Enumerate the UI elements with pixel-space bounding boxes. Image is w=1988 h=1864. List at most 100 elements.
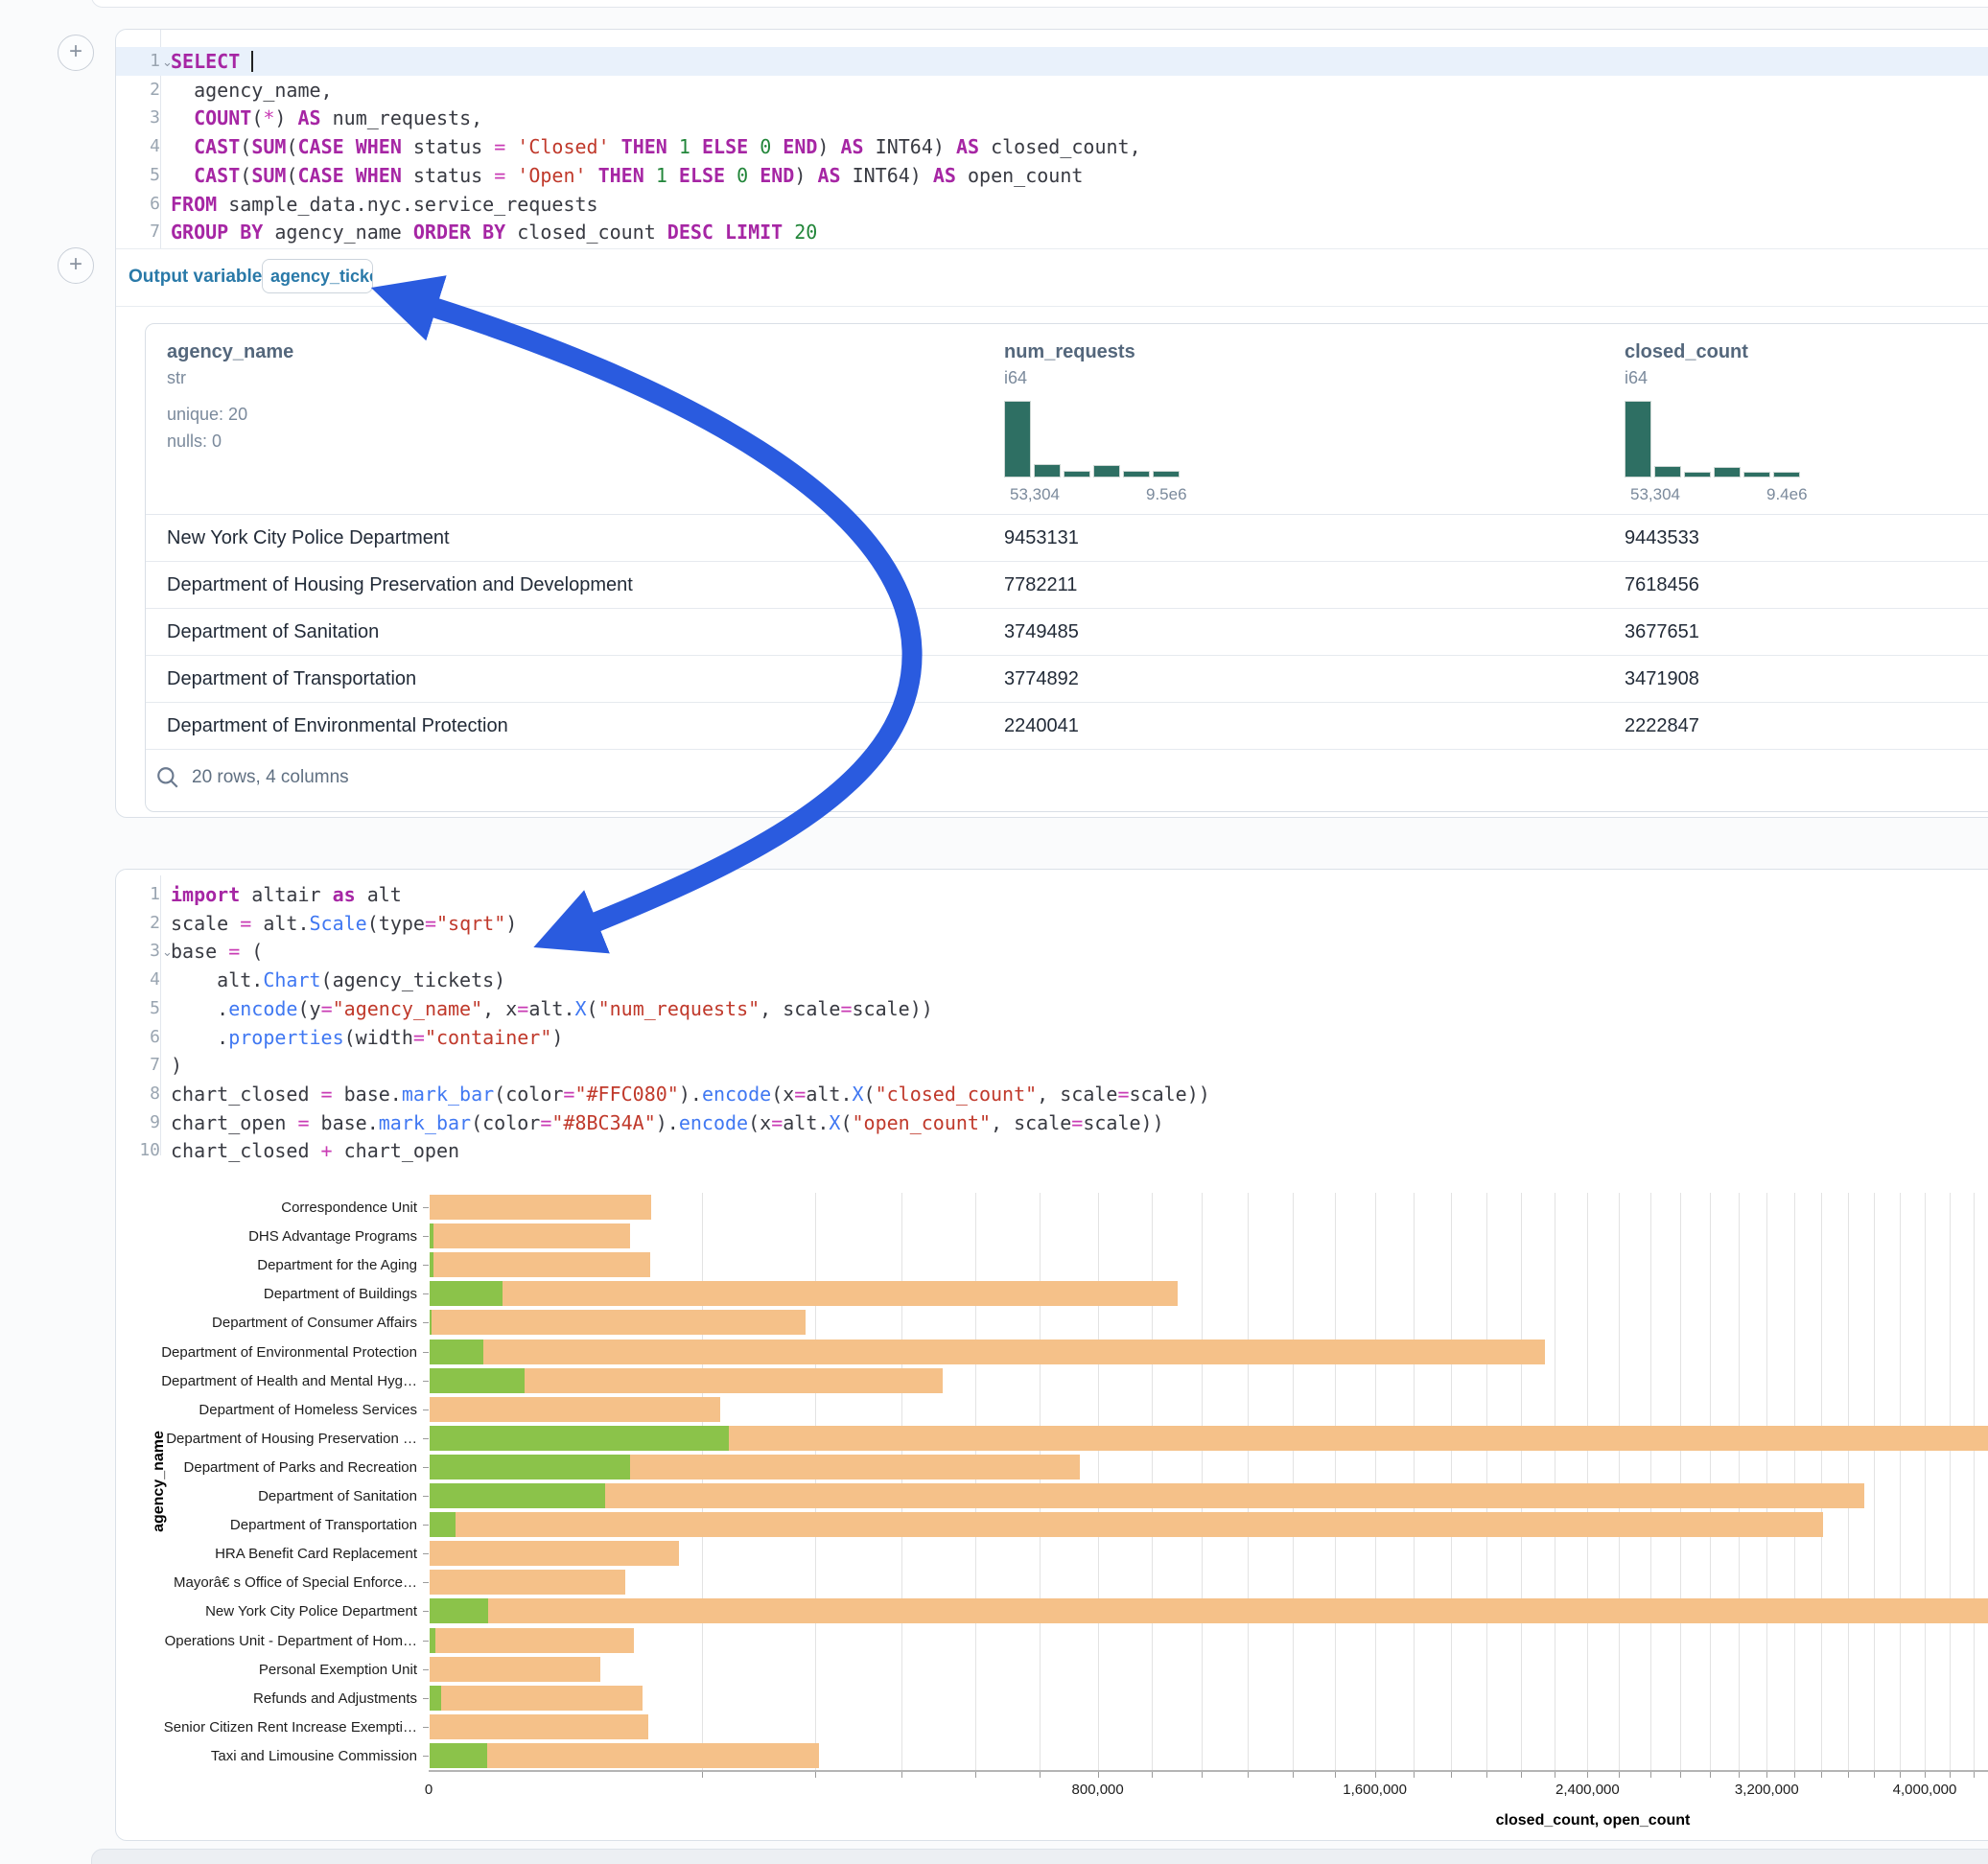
y-axis-tick [423,1698,429,1699]
output-variable-label: Output variable: [129,267,269,288]
altair-bar-chart: Correspondence UnitDHS Advantage Program… [116,1161,1988,1838]
code-line[interactable]: 7GROUP BY agency_name ORDER BY closed_co… [116,218,1988,246]
table-cell: 7618456 [1625,562,1699,609]
x-axis-tick [1974,1772,1975,1778]
y-axis-label: Department of Parks and Recreation [184,1459,417,1476]
y-axis-label: DHS Advantage Programs [248,1228,417,1245]
code-text: COUNT(*) AS num_requests, [171,104,482,132]
code-line[interactable]: 4 CAST(SUM(CASE WHEN status = 'Closed' T… [116,132,1988,161]
y-axis-label: Taxi and Limousine Commission [211,1748,417,1764]
python-code-editor[interactable]: 1import altair as alt2scale = alt.Scale(… [116,875,1988,1155]
gridline [1874,1193,1875,1770]
gridline [1335,1193,1336,1770]
gridline [1587,1193,1588,1770]
x-axis-tick [1619,1772,1620,1778]
output-variable-input[interactable]: agency_tickets [262,259,373,293]
x-axis-tick [1202,1772,1203,1778]
code-line[interactable]: 1⌄SELECT [116,47,1988,76]
python-cell-panel: 1import altair as alt2scale = alt.Scale(… [115,869,1988,1841]
table-row[interactable]: Department of Environmental Protection22… [146,703,1988,750]
x-axis-tick [1739,1772,1740,1778]
code-line[interactable]: 9chart_open = base.mark_bar(color="#8BC3… [116,1108,1988,1137]
table-row[interactable]: New York City Police Department945313194… [146,515,1988,562]
code-text: .encode(y="agency_name", x=alt.X("num_re… [171,994,933,1023]
y-axis-label: Department for the Aging [257,1257,417,1273]
code-line[interactable]: 6 .properties(width="container") [116,1023,1988,1052]
chart-bar-row [430,1426,1988,1451]
open-count-bar [430,1281,503,1306]
chart-bar-row [430,1686,1988,1711]
closed-count-bar [430,1743,819,1768]
column-header-num_requests[interactable]: num_requests [1004,341,1135,363]
y-axis-tick [423,1207,429,1208]
code-line[interactable]: 3⌄base = ( [116,937,1988,966]
histogram-bar [1714,467,1741,478]
code-line[interactable]: 5 CAST(SUM(CASE WHEN status = 'Open' THE… [116,161,1988,190]
gridline [1486,1193,1487,1770]
code-line[interactable]: 3 COUNT(*) AS num_requests, [116,104,1988,132]
y-axis-tick [423,1265,429,1266]
y-axis-tick [423,1553,429,1554]
histogram-bar [1743,472,1770,478]
gridline [1619,1193,1620,1770]
x-axis-tick [1874,1772,1875,1778]
histogram-bar [1153,471,1180,478]
x-axis-tick-label: 0 [425,1782,433,1798]
cell-divider [116,248,1988,249]
gridline [1710,1193,1711,1770]
chart-bar-row [430,1657,1988,1682]
search-icon[interactable] [155,765,180,790]
table-row[interactable]: Department of Housing Preservation and D… [146,562,1988,609]
chart-bar-row [430,1252,1988,1277]
code-line[interactable]: 4 alt.Chart(agency_tickets) [116,966,1988,994]
closed-count-bar [430,1541,679,1566]
add-cell-button-top[interactable]: + [58,35,94,71]
table-cell: 9453131 [1004,515,1079,562]
closed-count-bar [430,1598,1988,1623]
gridline [1202,1193,1203,1770]
code-text: CAST(SUM(CASE WHEN status = 'Closed' THE… [171,132,1141,161]
x-axis-tick [1710,1772,1711,1778]
column-stat: unique: 20 [167,405,247,425]
y-axis-label: Refunds and Adjustments [253,1690,417,1707]
y-axis-tick [423,1236,429,1237]
next-cell-edge [91,1849,1988,1864]
code-line[interactable]: 1import altair as alt [116,880,1988,909]
line-number: 7 [116,1051,160,1080]
gridline [815,1193,816,1770]
x-axis-tick [1680,1772,1681,1778]
column-header-closed_count[interactable]: closed_count [1625,341,1748,363]
code-line[interactable]: 2 agency_name, [116,76,1988,105]
add-cell-button-middle[interactable]: + [58,247,94,284]
y-axis-tick [423,1322,429,1323]
code-line[interactable]: 7) [116,1051,1988,1080]
sql-code-editor[interactable]: 1⌄SELECT 2 agency_name,3 COUNT(*) AS num… [116,30,1988,248]
table-cell: Department of Environmental Protection [167,703,508,750]
code-line[interactable]: 5 .encode(y="agency_name", x=alt.X("num_… [116,994,1988,1023]
column-histogram[interactable] [1004,401,1186,478]
cell-divider [116,306,1988,307]
table-cell: 3677651 [1625,609,1699,656]
closed-count-bar [430,1397,720,1422]
code-line[interactable]: 6FROM sample_data.nyc.service_requests [116,190,1988,219]
x-axis-tick-label: 1,600,000 [1343,1782,1407,1798]
code-line[interactable]: 2scale = alt.Scale(type="sqrt") [116,909,1988,938]
column-header-agency_name[interactable]: agency_name [167,341,293,363]
dataframe-footer: 20 rows, 4 columns [146,748,1988,811]
y-axis-tick [423,1582,429,1583]
table-row[interactable]: Department of Transportation377489234719… [146,656,1988,703]
y-axis-tick [423,1293,429,1294]
chart-bar-row [430,1281,1988,1306]
line-number: 3 [116,104,160,132]
y-axis-label: Operations Unit - Department of Hom… [165,1633,417,1649]
open-count-bar [430,1512,456,1537]
x-axis-line [429,1770,1988,1772]
table-row[interactable]: Department of Sanitation37494853677651 [146,609,1988,656]
column-histogram[interactable] [1625,401,1807,478]
open-count-bar [430,1628,435,1653]
y-axis-label: Department of Sanitation [258,1488,417,1504]
code-line[interactable]: 8chart_closed = base.mark_bar(color="#FF… [116,1080,1988,1108]
previous-cell-edge [91,0,1988,8]
table-cell: 3749485 [1004,609,1079,656]
histogram-bar [1625,401,1651,478]
